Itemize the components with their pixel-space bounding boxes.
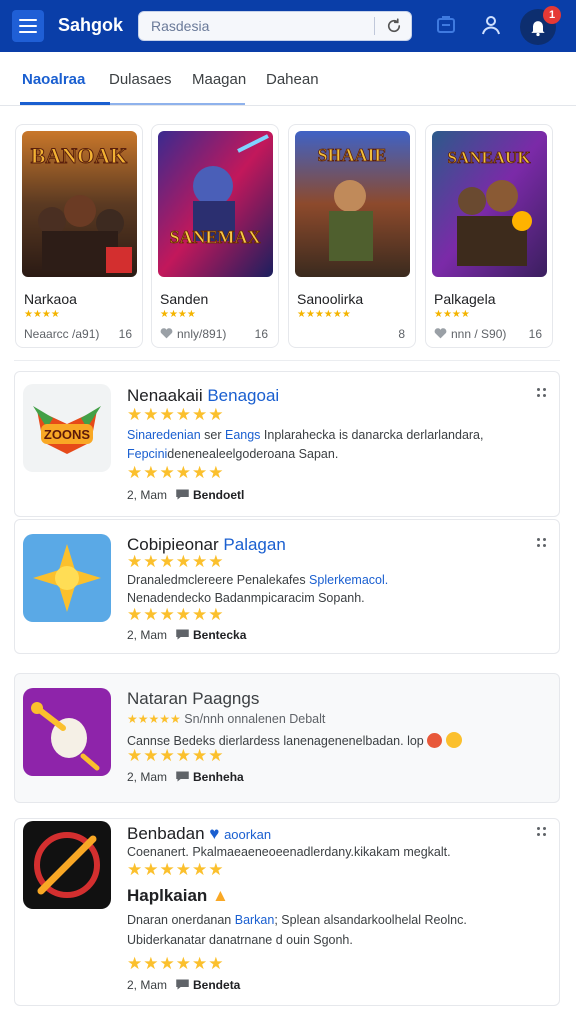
- app-subtitle: Haplkaian ▲: [127, 886, 229, 905]
- svg-text:SANEAUK: SANEAUK: [447, 148, 531, 167]
- app-list-item[interactable]: Benbadan ♥ aoorkan Coenanert. Pkalmaeaen…: [14, 818, 560, 1006]
- game-cover-image: SANEAUK: [432, 131, 547, 277]
- app-title: Nataran Paagngs: [127, 689, 260, 708]
- featured-title: Palkagela: [434, 291, 496, 307]
- app-description: Fepcinidenenealeelgoderoana Sapan.: [127, 447, 339, 461]
- featured-card[interactable]: SANEMAX Sanden ★★★★ nnly/891) 16: [151, 124, 279, 348]
- app-rating: ★★★★★★: [127, 405, 225, 424]
- featured-meta: Neaarcc /a91): [24, 327, 100, 341]
- app-list-item[interactable]: ZOONS Nenaakaii Benagoai ★★★★★★ Sinarede…: [14, 371, 560, 517]
- svg-text:SANEMAX: SANEMAX: [169, 227, 260, 247]
- app-rating: ★★★★★★: [127, 746, 225, 765]
- app-rating: ★★★★★★: [127, 860, 225, 879]
- svg-text:SHAAIE: SHAAIE: [317, 145, 386, 165]
- comment-icon: [176, 979, 189, 990]
- featured-count: 16: [528, 327, 542, 341]
- featured-title: Sanoolirka: [297, 291, 364, 307]
- app-description: Coenanert. Pkalmaeaeneoeenadlerdany.kika…: [127, 845, 451, 859]
- app-meta: 2, Mam Bentecka: [127, 628, 247, 642]
- featured-rating: ★★★★: [24, 309, 60, 320]
- featured-title: Sanden: [160, 291, 209, 307]
- app-description: Dnaran onerdanan Barkan; Splean alsandar…: [127, 913, 467, 927]
- app-icon: ZOONS: [23, 384, 111, 472]
- app-meta: 2, Mam Bendoetl: [127, 488, 245, 502]
- tab-1[interactable]: Dulasaes: [109, 71, 172, 88]
- search-input[interactable]: [151, 17, 371, 35]
- menu-button[interactable]: [12, 10, 44, 42]
- heart-icon: [160, 328, 173, 339]
- app-title: Nenaakaii Benagoai: [127, 386, 280, 405]
- featured-count: 16: [118, 327, 132, 341]
- tab-3[interactable]: Dahean: [266, 71, 319, 88]
- svg-text:ZOONS: ZOONS: [44, 427, 91, 442]
- comment-icon: [176, 771, 189, 782]
- featured-title: Narkaoa: [24, 291, 77, 307]
- app-rating: ★★★★★★: [127, 552, 225, 571]
- app-rating: ★★★★★★: [127, 605, 225, 624]
- tab-2[interactable]: Maagan: [192, 71, 246, 88]
- game-cover-image: BANOAK: [22, 131, 137, 277]
- hamburger-icon: [19, 19, 37, 21]
- app-list-item[interactable]: Nataran Paagngs ★★★★★ Sn/nnh onnalenen D…: [14, 673, 560, 803]
- featured-card[interactable]: SANEAUK Palkagela ★★★★ nnn / S90) 16: [425, 124, 553, 348]
- featured-rating: ★★★★: [160, 309, 196, 320]
- featured-card[interactable]: SHAAIE Sanoolirka ★★★★★★ 8: [288, 124, 416, 348]
- search-box[interactable]: [138, 11, 412, 41]
- heart-icon: [434, 328, 447, 339]
- game-cover-image: SHAAIE: [295, 131, 410, 277]
- top-app-bar: Sahgok 1: [0, 0, 576, 52]
- gamepad-icon[interactable]: [434, 13, 458, 37]
- featured-meta: nnly/891): [160, 327, 226, 341]
- app-description: ★★★★★ Sn/nnh onnalenen Debalt: [127, 712, 326, 726]
- app-description: Dranaledmclereere Penalekafes Splerkemac…: [127, 573, 389, 587]
- refresh-icon[interactable]: [385, 17, 403, 35]
- more-options-icon[interactable]: [537, 827, 547, 837]
- comment-icon: [176, 629, 189, 640]
- featured-meta: nnn / S90): [434, 327, 506, 341]
- tab-bar: Naoalraa Dulasaes Maagan Dahean: [0, 52, 576, 106]
- featured-rating: ★★★★★★: [297, 309, 351, 320]
- app-title: Sahgok: [58, 15, 124, 35]
- app-description: Nenadendecko Badanmpicaracim Sopanh.: [127, 591, 365, 605]
- app-meta: 2, Mam Bendeta: [127, 978, 241, 992]
- app-meta: 2, Mam Benheha: [127, 770, 244, 784]
- app-title: Benbadan ♥ aoorkan: [127, 824, 272, 843]
- app-icon: [23, 821, 111, 909]
- app-description: Sinaredenian ser Eangs Inplarahecka is d…: [127, 428, 484, 442]
- app-list-item[interactable]: Cobipieonar Palagan ★★★★★★ Dranaledmcler…: [14, 519, 560, 654]
- featured-count: 16: [254, 327, 268, 341]
- more-options-icon[interactable]: [537, 388, 547, 398]
- game-cover-image: SANEMAX: [158, 131, 273, 277]
- notification-badge: 1: [543, 6, 561, 24]
- svg-text:BANOAK: BANOAK: [31, 143, 128, 168]
- tab-0[interactable]: Naoalraa: [22, 71, 85, 88]
- app-description: Ubiderkanatar danatrnane d ouin Sgonh.: [127, 933, 353, 947]
- app-icon: [23, 534, 111, 622]
- profile-icon[interactable]: [479, 13, 503, 37]
- app-icon: [23, 688, 111, 776]
- more-options-icon[interactable]: [537, 538, 547, 548]
- app-rating: ★★★★★★: [127, 954, 225, 973]
- featured-rating: ★★★★: [434, 309, 470, 320]
- comment-icon: [176, 489, 189, 500]
- active-tab-indicator: [20, 102, 110, 105]
- app-rating: ★★★★★★: [127, 463, 225, 482]
- featured-card[interactable]: BANOAK Narkaoa ★★★★ Neaarcc /a91) 16: [15, 124, 143, 348]
- featured-count: 8: [398, 327, 405, 341]
